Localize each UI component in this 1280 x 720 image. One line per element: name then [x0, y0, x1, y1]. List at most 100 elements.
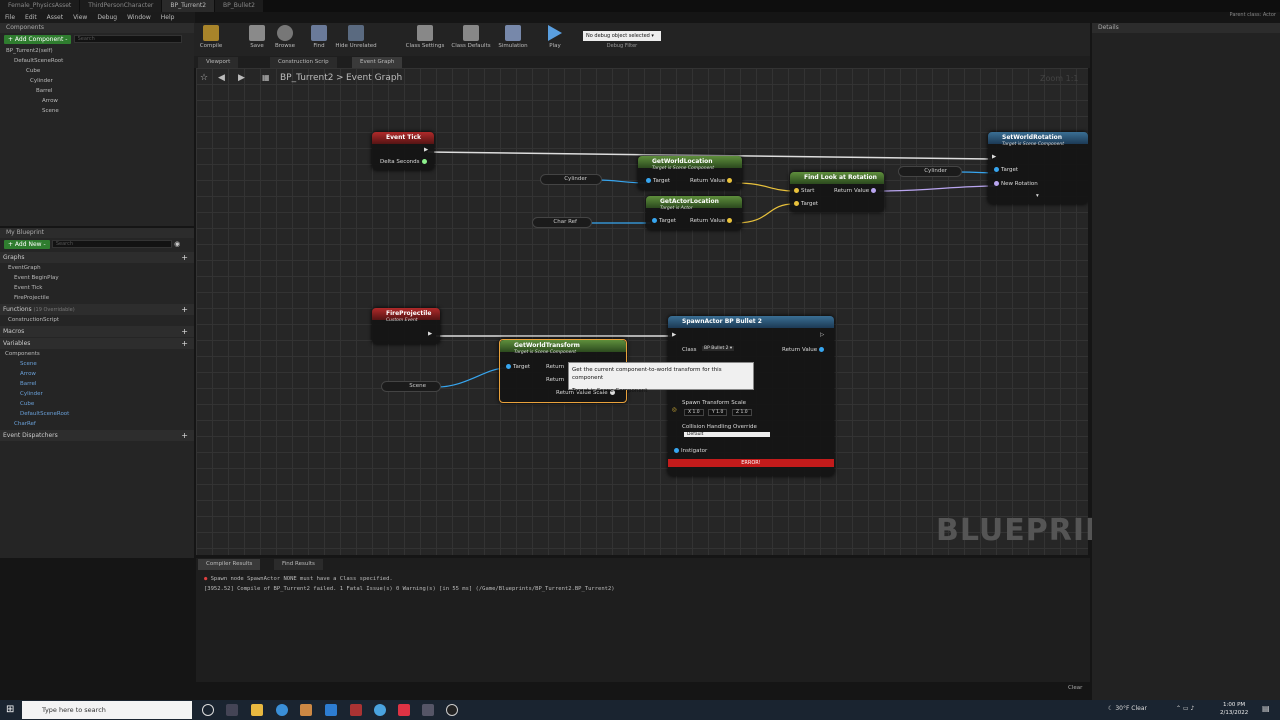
variable-item[interactable]: Cube: [0, 399, 194, 409]
app-icon[interactable]: [422, 704, 434, 716]
unreal-engine-icon[interactable]: [446, 704, 458, 716]
section-graphs[interactable]: Graphs +: [0, 252, 194, 263]
return-value-pin[interactable]: Return Value: [834, 188, 878, 194]
function-item[interactable]: ConstructionScript: [0, 315, 194, 325]
return-value-pin[interactable]: Return Value: [690, 218, 734, 224]
graph-item[interactable]: Event Tick: [0, 283, 194, 293]
collision-select[interactable]: Default: [684, 432, 770, 437]
back-icon[interactable]: ◀: [218, 73, 225, 83]
target-pin[interactable]: Target: [504, 364, 530, 370]
tree-item[interactable]: Barrel: [6, 86, 194, 96]
windows-start-icon[interactable]: ⊞: [6, 704, 14, 715]
cortana-icon[interactable]: [202, 704, 214, 716]
graph-item[interactable]: EventGraph: [0, 263, 194, 273]
menu-file[interactable]: File: [0, 12, 20, 23]
event-graph-canvas[interactable]: Event Tick ▶ Delta Seconds GetWorldLocat…: [196, 68, 1088, 555]
section-event-dispatchers[interactable]: Event Dispatchers +: [0, 430, 194, 441]
menu-help[interactable]: Help: [156, 12, 180, 23]
target-pin[interactable]: Target: [644, 178, 670, 184]
file-tab[interactable]: Female_PhysicsAsset: [0, 0, 80, 12]
add-new-button[interactable]: + Add New -: [4, 240, 50, 249]
tree-item[interactable]: Cylinder: [6, 76, 194, 86]
variable-item[interactable]: Cylinder: [0, 389, 194, 399]
chrome-icon[interactable]: [374, 704, 386, 716]
exec-out-pin[interactable]: ▷: [820, 332, 824, 338]
tray-icons[interactable]: ⌃ ▭ ♪: [1176, 705, 1194, 712]
instigator-pin[interactable]: Instigator: [672, 448, 707, 454]
eye-icon[interactable]: ◉: [174, 240, 180, 248]
app-icon[interactable]: [325, 704, 337, 716]
tree-item[interactable]: Arrow: [6, 96, 194, 106]
variable-item[interactable]: Barrel: [0, 379, 194, 389]
task-view-icon[interactable]: [226, 704, 238, 716]
var-cylinder[interactable]: Cylinder: [898, 166, 962, 177]
hide-unrelated-button[interactable]: Hide Unrelated: [334, 25, 378, 49]
tab-construction-script[interactable]: Construction Scrip: [270, 57, 337, 68]
clear-button[interactable]: Clear: [1068, 685, 1082, 691]
menu-window[interactable]: Window: [122, 12, 156, 23]
tree-item[interactable]: DefaultSceneRoot: [6, 56, 194, 66]
target-pin[interactable]: Target: [650, 218, 676, 224]
add-function-icon[interactable]: +: [181, 304, 188, 315]
section-macros[interactable]: Macros +: [0, 326, 194, 337]
class-defaults-button[interactable]: Class Defaults: [450, 25, 492, 49]
exec-out-pin[interactable]: ▶: [428, 331, 432, 337]
delta-seconds-pin[interactable]: Delta Seconds: [380, 159, 429, 165]
tab-viewport[interactable]: Viewport: [198, 57, 239, 68]
add-variable-icon[interactable]: +: [181, 338, 188, 349]
node-fire-projectile[interactable]: FireProjectile Custom Event ▶: [372, 308, 440, 344]
tree-item[interactable]: Cube: [6, 66, 194, 76]
node-get-actor-location[interactable]: GetActorLocation Target is Actor Target R…: [646, 196, 742, 230]
var-scene[interactable]: Scene: [381, 381, 441, 392]
scale-z-field[interactable]: Z 1.0: [732, 409, 752, 416]
class-select[interactable]: BP Bullet 2 ▾: [702, 346, 735, 351]
tree-item[interactable]: Scene: [6, 106, 194, 116]
graph-item[interactable]: FireProjectile: [0, 293, 194, 303]
compile-button[interactable]: Compile: [194, 25, 228, 49]
browse-button[interactable]: Browse: [268, 25, 302, 49]
menu-debug[interactable]: Debug: [92, 12, 122, 23]
var-cylinder[interactable]: Cylinder: [540, 174, 602, 185]
variables-components-label[interactable]: Components: [0, 349, 194, 359]
start-pin[interactable]: Start: [792, 188, 814, 194]
node-find-look-at-rotation[interactable]: Find Look at Rotation Start Return Value…: [790, 172, 884, 212]
section-functions[interactable]: Functions (19 Overridable) +: [0, 304, 194, 315]
return-value-pin[interactable]: Return: [546, 377, 564, 383]
add-macro-icon[interactable]: +: [181, 326, 188, 337]
taskbar-search-input[interactable]: Type here to search: [22, 701, 192, 719]
node-set-world-rotation[interactable]: SetWorldRotation Target is Scene Componen…: [988, 132, 1088, 204]
file-tab-active[interactable]: BP_Turrent2: [162, 0, 215, 12]
return-value-pin[interactable]: Return Value: [782, 347, 826, 353]
new-rotation-pin[interactable]: New Rotation: [992, 181, 1038, 187]
scale-x-field[interactable]: X 1.0: [684, 409, 704, 416]
node-event-tick[interactable]: Event Tick ▶ Delta Seconds: [372, 132, 434, 170]
weather-widget[interactable]: ☾ 30°F Clear: [1108, 705, 1147, 712]
scale-y-field[interactable]: Y 1.0: [708, 409, 728, 416]
app-icon[interactable]: [398, 704, 410, 716]
notification-icon[interactable]: ▤: [1262, 704, 1270, 713]
components-search-input[interactable]: Search: [73, 35, 182, 43]
target-pin[interactable]: Target: [992, 167, 1018, 173]
menu-asset[interactable]: Asset: [42, 12, 68, 23]
target-pin[interactable]: Target: [792, 201, 818, 207]
add-component-button[interactable]: + Add Component -: [4, 35, 72, 44]
file-explorer-icon[interactable]: [251, 704, 263, 716]
variable-charref[interactable]: CharRef: [0, 419, 194, 429]
edge-icon[interactable]: [276, 704, 288, 716]
file-tab[interactable]: BP_Bullet2: [215, 0, 263, 12]
debug-object-select[interactable]: No debug object selected ▾: [583, 31, 661, 41]
clock[interactable]: 1:00 PM 2/13/2022: [1220, 701, 1248, 717]
play-button[interactable]: Play: [538, 25, 572, 49]
star-icon[interactable]: ☆: [200, 73, 208, 83]
graph-item[interactable]: Event BeginPlay: [0, 273, 194, 283]
breadcrumb-root[interactable]: BP_Turrent2: [280, 73, 333, 83]
tab-find-results[interactable]: Find Results: [274, 559, 323, 570]
class-settings-button[interactable]: Class Settings: [404, 25, 446, 49]
return-value-pin[interactable]: Return Value: [690, 178, 734, 184]
exec-in-pin[interactable]: ▶: [992, 154, 996, 160]
tree-self[interactable]: BP_Turrent2(self): [6, 46, 194, 56]
return-value-pin[interactable]: Return: [546, 364, 564, 370]
tab-event-graph[interactable]: Event Graph: [352, 57, 403, 68]
add-dispatcher-icon[interactable]: +: [181, 430, 188, 441]
node-spawn-actor[interactable]: SpawnActor BP Bullet 2 ▶ ▷ Class BP Bull…: [668, 316, 834, 476]
